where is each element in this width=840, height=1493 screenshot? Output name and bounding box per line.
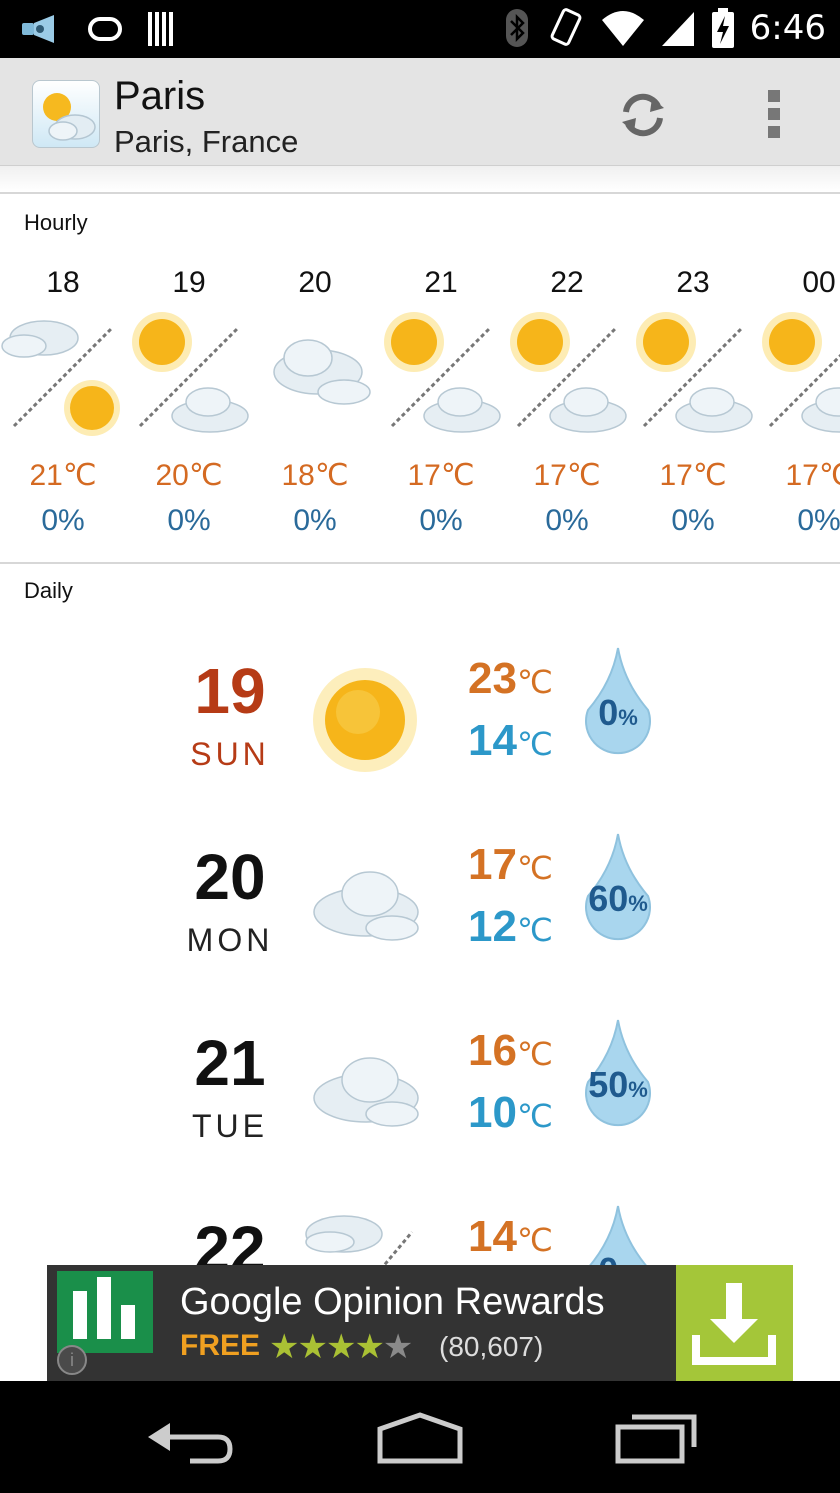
hour-precip: 0% (293, 504, 337, 537)
high-temp: 14℃ (468, 1212, 553, 1261)
daily-row[interactable]: 20 MON 17℃ 12℃ 60% (0, 816, 840, 1002)
day-weekday: TUE (192, 1108, 268, 1144)
hour-precip: 0% (545, 504, 589, 537)
high-temp: 23℃ (468, 654, 553, 703)
hour-time: 19 (172, 266, 206, 299)
cloudy-icon (313, 871, 419, 941)
ad-rating-count: (80,607) (439, 1331, 544, 1362)
cloudy-icon (313, 1057, 419, 1127)
clock: 6:46 (749, 8, 826, 48)
barcode-icon (148, 12, 173, 46)
hour-item: 23 17℃ 0% (630, 258, 756, 538)
hourly-label: Hourly (24, 210, 88, 235)
precip-chance: 50% (588, 1064, 648, 1105)
app-bar-shadow (0, 166, 840, 194)
status-bar: 6:46 (0, 0, 840, 58)
navigation-bar (0, 1381, 840, 1493)
sun-to-cloud-icon (126, 312, 252, 442)
hour-item: 00 17℃ 0% (756, 258, 840, 538)
hour-temp: 17℃ (785, 459, 840, 492)
hour-temp: 20℃ (155, 459, 223, 492)
download-button[interactable] (676, 1265, 793, 1381)
hour-precip: 0% (797, 504, 840, 537)
ad-title: Google Opinion Rewards (180, 1281, 605, 1323)
hourly-forecast[interactable]: 18 21℃ 0% 19 20℃ 0% 20 18℃ 0% 21 17℃ 0% … (0, 258, 840, 548)
home-icon[interactable] (370, 1407, 470, 1467)
cloudy-icon (252, 312, 378, 442)
location-subtitle: Paris, France (114, 124, 299, 159)
cloud-to-sun-icon (0, 312, 126, 442)
opinion-rewards-logo-icon (57, 1271, 153, 1353)
megaphone-icon (22, 15, 54, 43)
low-temp: 10℃ (468, 1088, 553, 1137)
battery-charging-icon (711, 8, 734, 48)
hour-item: 19 20℃ 0% (126, 258, 252, 538)
download-icon (692, 1283, 776, 1365)
daily-row[interactable]: 21 TUE 16℃ 10℃ 50% (0, 1002, 840, 1188)
hour-precip: 0% (671, 504, 715, 537)
low-temp: 12℃ (468, 902, 553, 951)
back-icon[interactable] (140, 1407, 240, 1467)
rating-stars-icon: ★★★★★ (269, 1328, 413, 1366)
sun-to-cloud-icon (756, 312, 840, 442)
sunny-icon (313, 668, 417, 772)
signal-icon (661, 12, 694, 46)
day-number: 19 (194, 655, 266, 727)
hour-item: 18 21℃ 0% (0, 258, 126, 538)
hour-item: 22 17℃ 0% (504, 258, 630, 538)
vibrate-icon (550, 8, 582, 46)
low-temp: 14℃ (468, 716, 553, 765)
daily-row[interactable]: 19 SUN 23℃ 14℃ 0% (0, 630, 840, 816)
hour-precip: 0% (41, 504, 85, 537)
hour-temp: 21℃ (29, 459, 97, 492)
daily-label: Daily (24, 578, 73, 603)
location-title: Paris (114, 74, 206, 118)
hour-temp: 17℃ (407, 459, 475, 492)
hour-precip: 0% (167, 504, 211, 537)
wifi-icon (601, 11, 644, 46)
overflow-menu-icon[interactable] (754, 88, 794, 142)
hour-temp: 17℃ (533, 459, 601, 492)
hour-time: 21 (424, 266, 458, 299)
precip-chance: 60% (588, 878, 648, 919)
recent-apps-icon[interactable] (604, 1407, 704, 1467)
day-number: 21 (194, 1027, 266, 1099)
sun-to-cloud-icon (630, 312, 756, 442)
hour-time: 23 (676, 266, 710, 299)
sync-icon (88, 17, 122, 41)
hour-time: 00 (802, 266, 836, 299)
high-temp: 16℃ (468, 1026, 553, 1075)
hour-item: 20 18℃ 0% (252, 258, 378, 538)
ad-info-icon[interactable]: i (57, 1345, 87, 1375)
day-weekday: MON (186, 922, 274, 958)
day-number: 20 (194, 841, 266, 913)
day-weekday: SUN (190, 736, 270, 772)
hour-temp: 17℃ (659, 459, 727, 492)
precip-chance: 0% (598, 692, 638, 733)
sun-to-cloud-icon (504, 312, 630, 442)
hour-time: 22 (550, 266, 584, 299)
section-divider (0, 562, 840, 564)
sun-to-cloud-icon (378, 312, 504, 442)
hour-time: 20 (298, 266, 332, 299)
refresh-icon[interactable] (616, 88, 670, 142)
hour-temp: 18℃ (281, 459, 349, 492)
app-bar: Paris Paris, France (0, 58, 840, 166)
hour-item: 21 17℃ 0% (378, 258, 504, 538)
bluetooth-icon (505, 9, 528, 47)
high-temp: 17℃ (468, 840, 553, 889)
app-logo-icon (32, 80, 100, 148)
hour-time: 18 (46, 266, 80, 299)
hour-precip: 0% (419, 504, 463, 537)
ad-price: FREE (180, 1329, 261, 1362)
ad-banner[interactable]: i Google Opinion Rewards FREE ★★★★★ (80,… (47, 1265, 793, 1381)
